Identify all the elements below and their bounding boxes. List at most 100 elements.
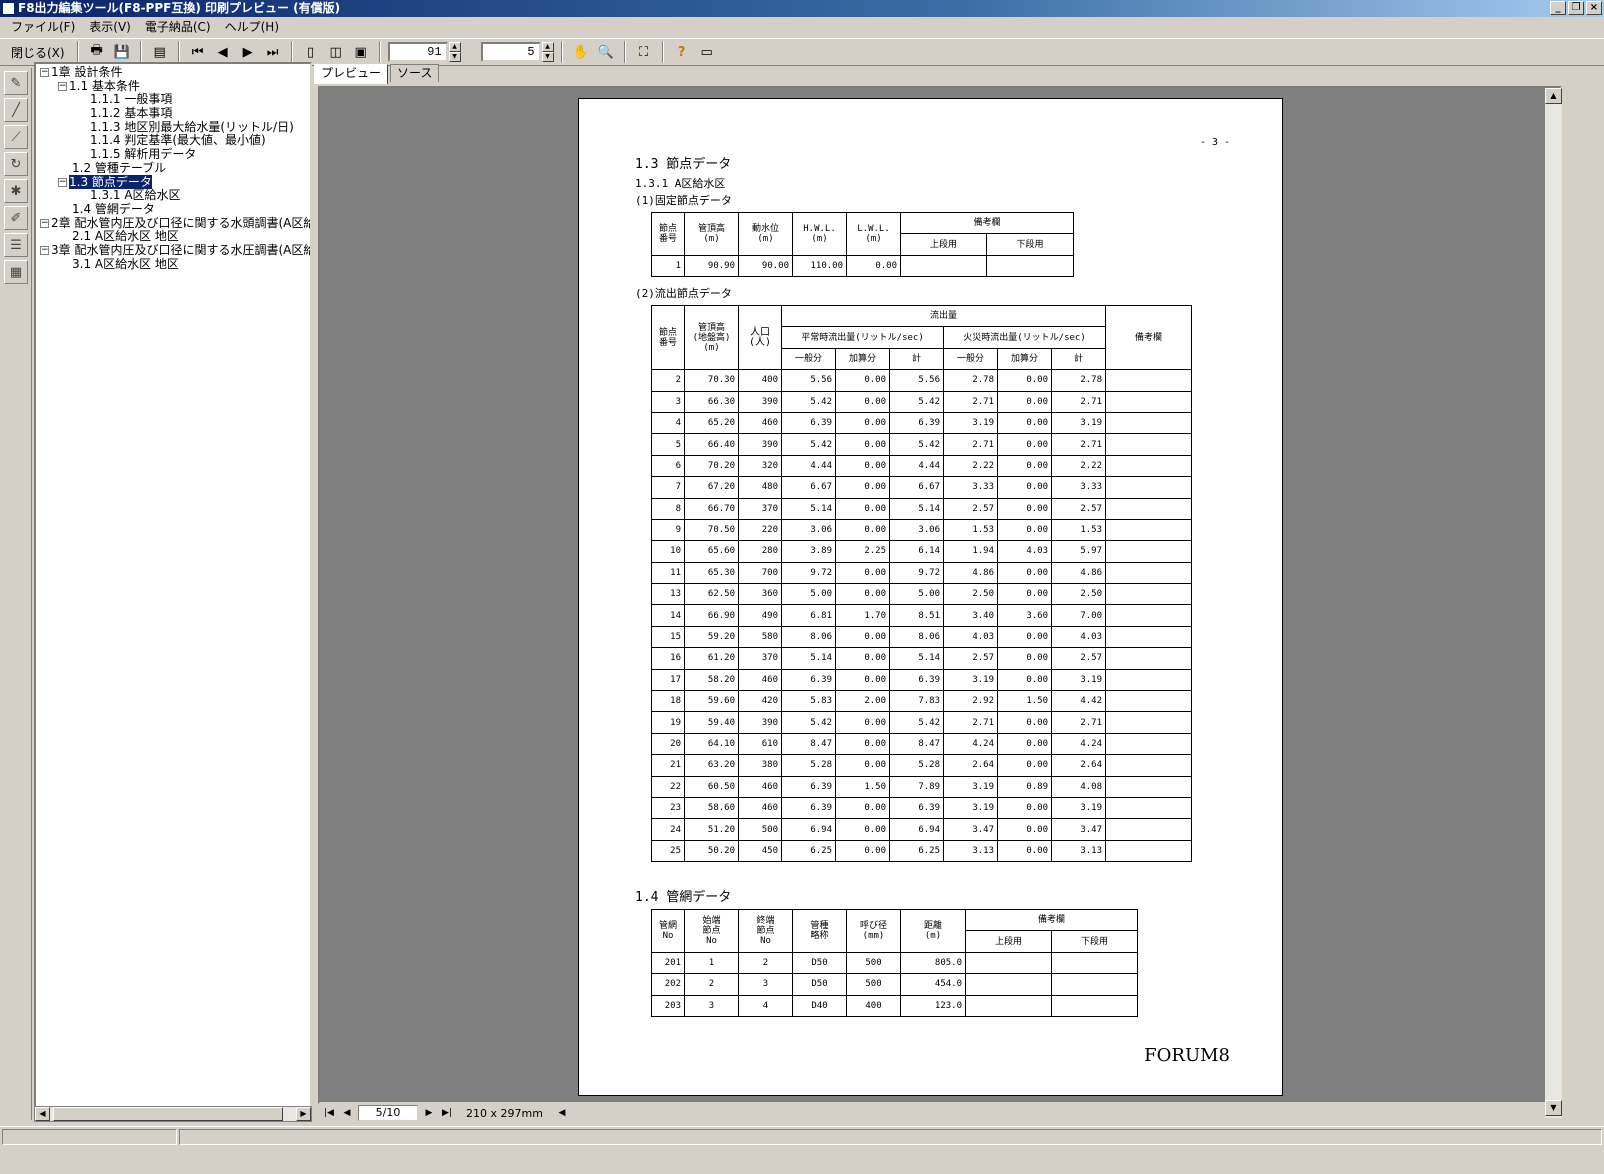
scroll-left-icon[interactable]: ◀ bbox=[555, 1108, 569, 1118]
collapse-icon[interactable]: − bbox=[58, 81, 67, 91]
cell: 0.00 bbox=[835, 711, 890, 734]
info-icon[interactable]: ▭ bbox=[696, 41, 718, 63]
last-page-icon[interactable]: ⏭ bbox=[262, 41, 284, 63]
pen-icon[interactable]: ✎ bbox=[4, 71, 28, 95]
tree-node-label[interactable]: 2.1 A区給水区 地区 bbox=[72, 229, 179, 243]
first-page-icon[interactable]: ⏮ bbox=[187, 41, 209, 63]
magnifier-icon[interactable]: 🔍 bbox=[595, 41, 617, 63]
print-icon[interactable]: 🖶 bbox=[86, 41, 108, 63]
tree-node[interactable]: 1.1.2 基本事項 bbox=[40, 106, 310, 121]
separator bbox=[290, 41, 293, 63]
network-table-body: 201 1 2 D50 500 805.0 202 2 3 D50 500 454.0 203 3 4 D40… bbox=[651, 951, 1138, 1017]
menu-file[interactable]: ファイル(F) bbox=[4, 18, 82, 36]
collapse-icon[interactable]: − bbox=[40, 218, 49, 228]
spin-down-icon[interactable]: ▼ bbox=[448, 52, 461, 62]
tree-node[interactable]: 3.1 A区給水区 地区 bbox=[40, 257, 310, 272]
cell: 0.89 bbox=[997, 775, 1052, 798]
page-indicator[interactable]: 5/10 bbox=[358, 1105, 418, 1121]
last-page-icon[interactable]: ▶| bbox=[440, 1108, 454, 1118]
tree-node-label[interactable]: 3章 配水管内圧及び口径に関する水圧調書(A区給 bbox=[51, 243, 310, 257]
tree-node[interactable]: −1.1 基本条件 bbox=[40, 79, 310, 94]
cell: 0.00 bbox=[835, 754, 890, 777]
hand-icon[interactable]: ✋ bbox=[570, 41, 592, 63]
cell: 51.20 bbox=[684, 818, 739, 841]
cell: 66.40 bbox=[684, 433, 739, 456]
tab-source[interactable]: ソース bbox=[390, 64, 440, 82]
zoom-input[interactable]: 91 bbox=[387, 42, 448, 62]
tree-node-label[interactable]: 1.1.1 一般事項 bbox=[90, 92, 172, 107]
next-page-icon[interactable]: ▶ bbox=[237, 41, 259, 63]
collapse-icon[interactable]: − bbox=[40, 245, 49, 255]
preview-vertical-scrollbar[interactable]: ▲ ▼ bbox=[1545, 88, 1562, 1118]
tree-node[interactable]: 1.1.5 解析用データ bbox=[40, 147, 310, 162]
tree-node-label[interactable]: 1.1.5 解析用データ bbox=[90, 147, 196, 161]
fit-page-icon[interactable]: ⛶ bbox=[633, 41, 655, 63]
tree-node[interactable]: 1.1.1 一般事項 bbox=[40, 92, 310, 107]
rotate-icon[interactable]: ↻ bbox=[4, 152, 28, 176]
settings-icon[interactable]: ✱ bbox=[4, 179, 28, 203]
minimize-button[interactable]: _ bbox=[1550, 1, 1566, 15]
close-preview-button[interactable]: 閉じる(X) bbox=[6, 41, 70, 63]
tree-horizontal-scrollbar[interactable]: ◀ ▶ bbox=[34, 1106, 312, 1122]
tree-node-label[interactable]: 1.1.4 判定基準(最大値、最小値) bbox=[90, 133, 266, 148]
cell: 220 bbox=[738, 518, 782, 542]
tree-node[interactable]: 2.1 A区給水区 地区 bbox=[40, 229, 310, 244]
line-icon[interactable]: ╱ bbox=[4, 98, 28, 122]
tree-node-label[interactable]: 1.1.2 基本事項 bbox=[90, 106, 172, 120]
single-page-icon[interactable]: ▯ bbox=[300, 41, 322, 63]
scroll-up-icon[interactable]: ▲ bbox=[1545, 88, 1562, 104]
multi-page-icon[interactable]: ▣ bbox=[350, 41, 372, 63]
tree-node-label[interactable]: 1.3 節点データ bbox=[69, 174, 152, 189]
page-spinner[interactable]: ▲ ▼ bbox=[541, 42, 554, 62]
list-icon[interactable]: ▦ bbox=[4, 260, 28, 284]
zoom-spinner[interactable]: ▲ ▼ bbox=[448, 42, 461, 62]
edit-icon[interactable]: ✐ bbox=[4, 206, 28, 230]
tree-node-label[interactable]: 1.1.3 地区別最大給水量(リットル/日) bbox=[90, 120, 294, 134]
page-input[interactable]: 5 bbox=[480, 42, 541, 62]
scroll-right-icon[interactable]: ▶ bbox=[296, 1107, 311, 1121]
collapse-icon[interactable]: − bbox=[58, 177, 67, 187]
tree-node-label[interactable]: 1.3.1 A区給水区 bbox=[90, 188, 181, 202]
cell: 15 bbox=[651, 625, 685, 649]
tree-node[interactable]: 1.3.1 A区給水区 bbox=[40, 188, 310, 203]
tab-preview[interactable]: プレビュー bbox=[314, 64, 389, 84]
scroll-left-icon[interactable]: ◀ bbox=[35, 1107, 50, 1121]
export-icon[interactable]: ▤ bbox=[149, 41, 171, 63]
first-page-icon[interactable]: |◀ bbox=[322, 1108, 336, 1118]
close-window-button[interactable]: × bbox=[1586, 1, 1602, 15]
tree-node[interactable]: −3章 配水管内圧及び口径に関する水圧調書(A区給 bbox=[40, 243, 310, 258]
tree-node-label[interactable]: 1.4 管網データ bbox=[72, 202, 155, 216]
tree-node-label[interactable]: 1.2 管種テーブル bbox=[72, 161, 166, 175]
cell: 6.39 bbox=[889, 668, 944, 692]
menu-view[interactable]: 表示(V) bbox=[82, 18, 138, 36]
line2-icon[interactable]: ⟋ bbox=[4, 125, 28, 149]
next-page-icon[interactable]: ▶ bbox=[422, 1108, 436, 1118]
spin-down-icon[interactable]: ▼ bbox=[541, 52, 554, 62]
tree-node-label[interactable]: 1.1 基本条件 bbox=[69, 79, 140, 93]
outline-icon[interactable]: ☰ bbox=[4, 233, 28, 257]
collapse-icon[interactable]: − bbox=[40, 68, 49, 77]
tree-node-selected[interactable]: −1.3 節点データ bbox=[40, 174, 310, 190]
tree-node-label[interactable]: 1章 設計条件 bbox=[51, 65, 122, 79]
tree-node[interactable]: −1章 設計条件 bbox=[40, 65, 310, 80]
prev-page-icon[interactable]: ◀ bbox=[212, 41, 234, 63]
menu-electronic-delivery[interactable]: 電子納品(C) bbox=[138, 18, 218, 36]
tree-node-label[interactable]: 3.1 A区給水区 地区 bbox=[72, 257, 179, 271]
save-icon[interactable]: 💾 bbox=[111, 41, 133, 63]
spin-up-icon[interactable]: ▲ bbox=[448, 42, 461, 52]
cell: 390 bbox=[738, 433, 782, 456]
help-icon[interactable]: ? bbox=[671, 41, 693, 63]
cell: 460 bbox=[738, 411, 782, 435]
two-page-icon[interactable]: ◫ bbox=[325, 41, 347, 63]
menu-help[interactable]: ヘルプ(H) bbox=[218, 18, 286, 36]
spin-up-icon[interactable]: ▲ bbox=[541, 42, 554, 52]
cell: 90.00 bbox=[738, 254, 793, 278]
scroll-thumb[interactable] bbox=[53, 1107, 283, 1121]
prev-page-icon[interactable]: ◀ bbox=[340, 1108, 354, 1118]
tree-node[interactable]: −2章 配水管内圧及び口径に関する水頭調書(A区給 bbox=[40, 216, 310, 231]
tree-node-label[interactable]: 2章 配水管内圧及び口径に関する水頭調書(A区給 bbox=[51, 216, 310, 230]
cell: 5.83 bbox=[781, 690, 836, 713]
tree-node[interactable]: 1.4 管網データ bbox=[40, 202, 310, 217]
restore-button[interactable]: ❐ bbox=[1568, 1, 1584, 15]
tree-node[interactable]: 1.2 管種テーブル bbox=[40, 161, 310, 176]
